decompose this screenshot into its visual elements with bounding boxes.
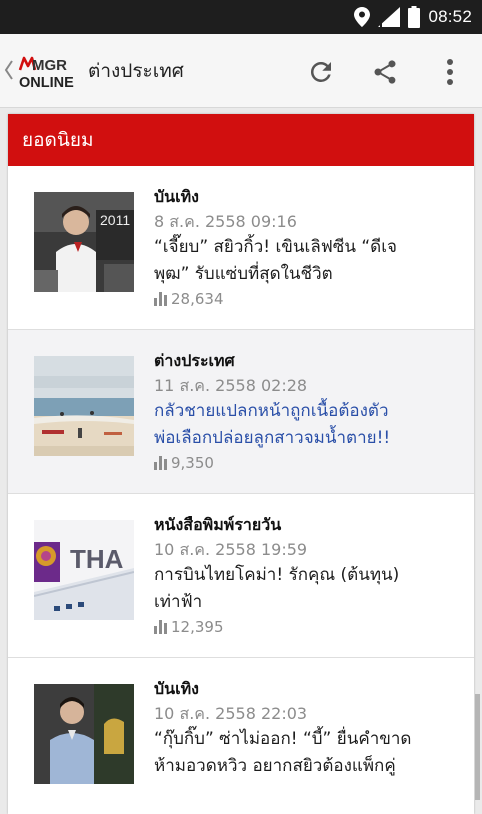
- view-count-value: 28,634: [171, 290, 224, 308]
- article-headline[interactable]: กลัวชายแปลกหน้าถูกเนื้อต้องตัว พ่อเลือกป…: [154, 398, 464, 452]
- section-header: ยอดนิยม: [8, 114, 474, 166]
- article-category: บันเทิง: [154, 187, 199, 206]
- bar-chart-icon: [154, 456, 167, 470]
- share-icon: [374, 60, 396, 84]
- refresh-button[interactable]: [303, 54, 339, 90]
- headline-line: “กุ๊บกิ๊บ” ซ่าไม่ออก! “บี้” ยื่นคำขาด: [154, 729, 412, 749]
- thumb-text: THA: [70, 544, 124, 574]
- page-title: ต่างประเทศ: [88, 60, 184, 82]
- battery-icon: [408, 6, 421, 28]
- article-headline[interactable]: การบินไทยโคม่า! รักคุณ (ต้นทุน) เท่าฟ้า: [154, 562, 464, 616]
- headline-line: “เจี๊ยบ” สยิวกิ้ว! เขินเลิฟซีน “ดีเจ: [154, 237, 397, 257]
- article-item[interactable]: 2011 บันเทิง 8 ส.ค. 2558 09:16 “เจี๊ยบ” …: [8, 166, 474, 330]
- headline-line: พุฒ” รับแซ่บที่สุดในชีวิต: [154, 264, 333, 284]
- article-item[interactable]: ต่างประเทศ 11 ส.ค. 2558 02:28 กลัวชายแปล…: [8, 330, 474, 494]
- share-button[interactable]: [367, 54, 403, 90]
- headline-line: การบินไทยโคม่า! รักคุณ (ต้นทุน): [154, 565, 400, 585]
- refresh-icon: [310, 61, 331, 82]
- article-item[interactable]: บันเทิง 10 ส.ค. 2558 22:03 “กุ๊บกิ๊บ” ซ่…: [8, 658, 474, 814]
- headline-line: ห้ามอวดหวิว อยากสยิวต้องแพ็กคู่: [154, 756, 396, 776]
- bar-chart-icon: [154, 620, 167, 634]
- signal-icon: [378, 7, 401, 27]
- article-date: 8 ส.ค. 2558 09:16: [154, 212, 297, 231]
- popular-card: ยอดนิยม 2011 บันเทิง 8 ส.ค. 2558 09:16 “…: [8, 114, 474, 814]
- bar-chart-icon: [154, 292, 167, 306]
- logo-bottom-text: ONLINE: [19, 75, 74, 90]
- more-vert-icon: [447, 59, 453, 85]
- location-icon: [354, 7, 371, 27]
- view-count: 28,634: [154, 290, 464, 308]
- status-bar: 08:52: [0, 0, 482, 34]
- article-thumbnail[interactable]: 2011: [34, 192, 134, 292]
- article-thumbnail[interactable]: THA: [34, 520, 134, 620]
- article-category: บันเทิง: [154, 679, 199, 698]
- headline-line: พ่อเลือกปล่อยลูกสาวจมน้ำตาย!!: [154, 428, 391, 448]
- app-bar: MGR ONLINE ต่างประเทศ: [0, 34, 482, 108]
- article-date: 11 ส.ค. 2558 02:28: [154, 376, 308, 395]
- view-count-value: 9,350: [171, 454, 214, 472]
- mgr-online-logo[interactable]: MGR ONLINE: [18, 54, 74, 91]
- article-thumbnail[interactable]: [34, 356, 134, 456]
- view-count-value: 12,395: [171, 618, 224, 636]
- status-time: 08:52: [428, 7, 472, 26]
- logo-top-text: MGR: [32, 57, 67, 74]
- article-headline[interactable]: “เจี๊ยบ” สยิวกิ้ว! เขินเลิฟซีน “ดีเจ พุฒ…: [154, 234, 464, 288]
- headline-line: เท่าฟ้า: [154, 592, 203, 612]
- view-count: 9,350: [154, 454, 464, 472]
- view-count: 12,395: [154, 618, 464, 636]
- back-chevron-icon[interactable]: [4, 59, 14, 85]
- article-category: ต่างประเทศ: [154, 351, 235, 370]
- headline-line: กลัวชายแปลกหน้าถูกเนื้อต้องตัว: [154, 401, 389, 421]
- section-title: ยอดนิยม: [22, 129, 94, 151]
- article-date: 10 ส.ค. 2558 22:03: [154, 704, 308, 723]
- thumb-text: 2011: [100, 212, 130, 228]
- article-item[interactable]: THA หนังสือพิมพ์รายวัน 10 ส.ค. 2558 19:5…: [8, 494, 474, 658]
- article-category: หนังสือพิมพ์รายวัน: [154, 515, 282, 534]
- article-headline[interactable]: “กุ๊บกิ๊บ” ซ่าไม่ออก! “บี้” ยื่นคำขาด ห้…: [154, 726, 464, 780]
- scrollbar[interactable]: [475, 694, 480, 800]
- more-options-button[interactable]: [432, 54, 468, 90]
- article-date: 10 ส.ค. 2558 19:59: [154, 540, 308, 559]
- article-thumbnail[interactable]: [34, 684, 134, 784]
